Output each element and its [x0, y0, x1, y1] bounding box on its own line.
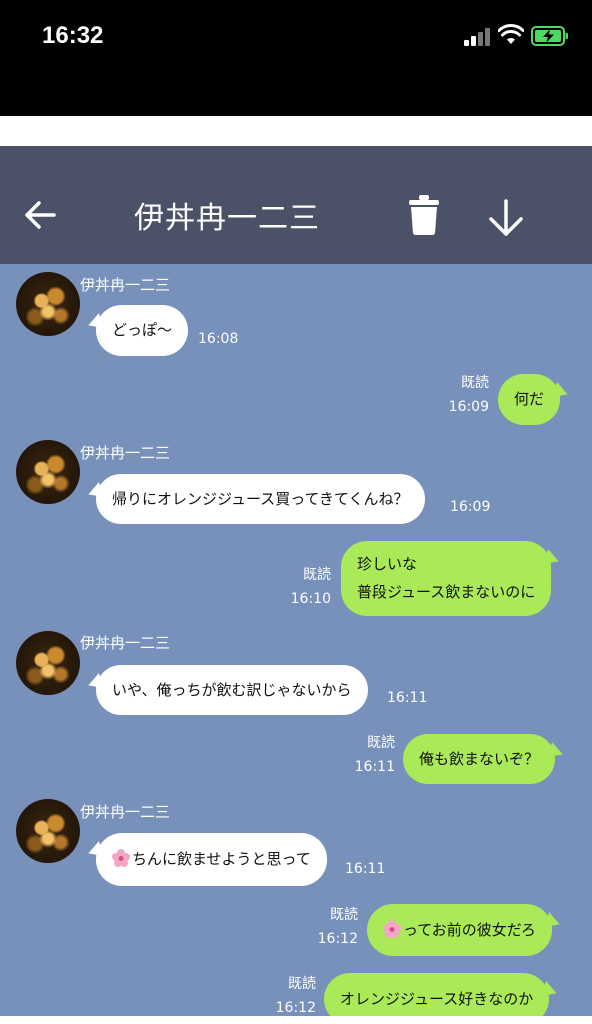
message-time: 16:11	[345, 861, 386, 877]
message-time: 16:10	[290, 591, 331, 607]
contact-avatar[interactable]	[16, 799, 80, 863]
status-time: 16:32	[42, 22, 104, 49]
read-receipt: 既読	[288, 976, 316, 992]
cellular-signal-icon	[464, 28, 492, 46]
sender-name: 伊丼冉一二三	[80, 634, 171, 652]
sender-name: 伊丼冉一二三	[80, 803, 171, 821]
message-time: 16:11	[387, 690, 428, 706]
contact-avatar[interactable]	[16, 272, 80, 336]
message-text-line: 普段ジュース飲まないのに	[357, 583, 536, 601]
sender-name: 伊丼冉一二三	[80, 444, 171, 462]
chat-area[interactable]: 伊丼冉一二三 どっぽ〜 16:08 既読 16:09 何だ 伊丼冉一二三 帰りに…	[0, 264, 592, 1016]
message-time: 16:12	[317, 931, 358, 947]
outgoing-message[interactable]: 俺も飲まないぞ？	[403, 734, 556, 784]
read-receipt: 既読	[303, 567, 331, 583]
message-text: ちんに飲ませようと思って	[132, 850, 311, 868]
message-time: 16:11	[354, 759, 395, 775]
message-time: 16:08	[198, 331, 239, 347]
flower-emoji-icon	[383, 920, 401, 938]
arrow-down-icon[interactable]	[486, 198, 526, 238]
message-text: 俺も飲まないぞ？	[419, 750, 540, 768]
incoming-message[interactable]: いや、俺っちが飲む訳じゃないから	[96, 665, 368, 715]
message-text: いや、俺っちが飲む訳じゃないから	[112, 681, 352, 699]
chat-title: 伊丼冉一二三	[134, 201, 320, 236]
message-time: 16:09	[448, 399, 489, 415]
read-receipt: 既読	[330, 907, 358, 923]
top-strip	[0, 116, 592, 146]
message-text-line: 珍しいな	[357, 555, 418, 573]
message-text: 帰りにオレンジジュース買ってきてくんね？	[112, 490, 409, 508]
wifi-icon	[498, 24, 524, 44]
contact-avatar[interactable]	[16, 631, 80, 695]
message-text: オレンジジュース好きなのか	[340, 990, 534, 1008]
sender-name: 伊丼冉一二三	[80, 276, 171, 294]
status-bar: 16:32	[0, 0, 592, 116]
message-time: 16:09	[450, 499, 491, 515]
incoming-message[interactable]: どっぽ〜	[96, 305, 189, 356]
battery-charging-icon	[531, 26, 568, 46]
trash-icon[interactable]	[408, 194, 440, 236]
read-receipt: 既読	[367, 735, 395, 751]
message-time: 16:12	[275, 1000, 316, 1016]
read-receipt: 既読	[461, 375, 489, 391]
incoming-message[interactable]: ちんに飲ませようと思って	[96, 833, 327, 886]
back-arrow-icon[interactable]	[22, 198, 58, 232]
bottom-strip	[0, 1016, 592, 1024]
outgoing-message[interactable]: 珍しいな 普段ジュース飲まないのに	[341, 541, 552, 616]
message-text: 何だ	[514, 390, 545, 408]
outgoing-message[interactable]: ってお前の彼女だろ	[367, 904, 552, 956]
incoming-message[interactable]: 帰りにオレンジジュース買ってきてくんね？	[96, 474, 425, 524]
message-text: ってお前の彼女だろ	[403, 921, 536, 939]
outgoing-message[interactable]: オレンジジュース好きなのか	[324, 973, 550, 1016]
contact-avatar[interactable]	[16, 440, 80, 504]
flower-emoji-icon	[112, 849, 130, 867]
message-text: どっぽ〜	[112, 321, 173, 339]
outgoing-message[interactable]: 何だ	[498, 374, 561, 425]
